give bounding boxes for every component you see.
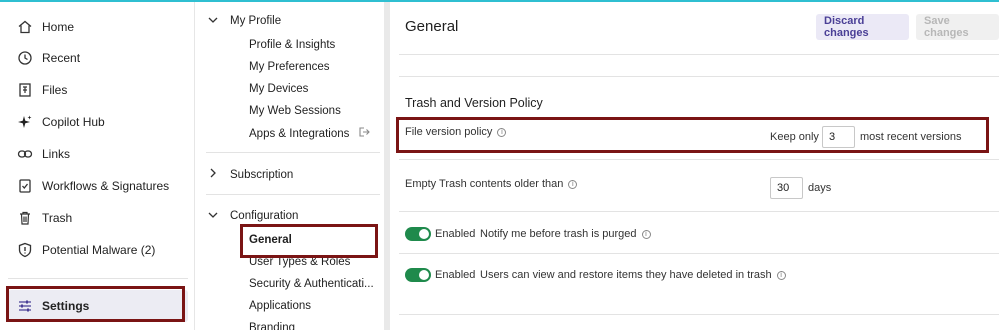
- label-text: Users can view and restore items they ha…: [480, 269, 772, 281]
- trash-icon: [16, 209, 34, 227]
- chevron-right-icon: [208, 168, 222, 181]
- tree-item-branding[interactable]: Branding: [249, 322, 295, 330]
- tree-item-my-web-sessions[interactable]: My Web Sessions: [249, 105, 341, 117]
- tree-scrollbar[interactable]: [384, 2, 390, 330]
- nav-item-label: Links: [42, 147, 71, 161]
- nav-item-copilot-hub[interactable]: Copilot Hub: [8, 108, 188, 136]
- main-panel: General Discard changes Save changes Tra…: [391, 2, 999, 330]
- nav-item-workflows[interactable]: Workflows & Signatures: [8, 172, 188, 200]
- label-text: Notify me before trash is purged: [480, 228, 637, 240]
- divider: [399, 54, 999, 55]
- tree-group-configuration[interactable]: Configuration: [208, 210, 298, 222]
- nav-item-home[interactable]: Home: [8, 13, 188, 41]
- divider: [399, 253, 999, 254]
- home-icon: [16, 18, 34, 36]
- tree-item-my-preferences[interactable]: My Preferences: [249, 61, 330, 73]
- clock-icon: [16, 49, 34, 67]
- label-text: Empty Trash contents older than: [405, 178, 564, 190]
- tree-divider: [206, 194, 380, 195]
- discard-changes-button[interactable]: Discard changes: [816, 14, 909, 40]
- tree-group-subscription[interactable]: Subscription: [208, 168, 293, 181]
- nav-item-label: Home: [42, 20, 75, 34]
- tree-group-label: Configuration: [230, 210, 299, 222]
- info-icon[interactable]: i: [641, 229, 651, 239]
- tree-group-my-profile[interactable]: My Profile: [208, 15, 281, 27]
- restore-trash-toggle[interactable]: [405, 268, 431, 282]
- workflow-icon: [16, 177, 34, 195]
- tree-group-label: Subscription: [230, 168, 294, 181]
- empty-trash-days-input[interactable]: [770, 177, 803, 199]
- nav-item-label: Copilot Hub: [42, 115, 105, 129]
- tree-group-label: My Profile: [230, 15, 282, 27]
- tree-item-profile-insights[interactable]: Profile & Insights: [249, 39, 335, 51]
- notify-purge-label: Notify me before trash is purged i: [480, 228, 651, 240]
- info-icon[interactable]: i: [568, 179, 578, 189]
- sparkle-icon: [16, 113, 34, 131]
- left-navigation: Home Recent Files Copilot Hub Links Work…: [0, 2, 195, 330]
- notify-purge-toggle[interactable]: [405, 227, 431, 241]
- version-policy-highlight-box: [396, 117, 989, 153]
- tree-divider: [206, 152, 380, 153]
- link-icon: [16, 145, 34, 163]
- nav-divider: [8, 278, 188, 279]
- section-title: Trash and Version Policy: [405, 96, 543, 110]
- external-link-icon: [359, 127, 370, 140]
- nav-item-label: Workflows & Signatures: [42, 179, 170, 193]
- info-icon[interactable]: i: [776, 270, 786, 280]
- tree-item-security-authentication[interactable]: Security & Authenticati...: [249, 278, 374, 290]
- tree-item-applications[interactable]: Applications: [249, 300, 311, 312]
- nav-item-links[interactable]: Links: [8, 140, 188, 168]
- nav-item-recent[interactable]: Recent: [8, 44, 188, 72]
- empty-trash-label: Empty Trash contents older than i: [405, 178, 578, 190]
- shield-icon: [16, 241, 34, 259]
- nav-item-label: Trash: [42, 211, 73, 225]
- divider: [399, 314, 999, 315]
- chevron-down-icon: [208, 16, 222, 27]
- divider: [399, 159, 999, 160]
- nav-item-potential-malware[interactable]: Potential Malware (2): [8, 236, 188, 264]
- divider: [399, 76, 999, 77]
- files-icon: [16, 81, 34, 99]
- settings-highlight-box: [6, 286, 185, 322]
- save-changes-button[interactable]: Save changes: [916, 14, 999, 40]
- restore-trash-label: Users can view and restore items they ha…: [480, 269, 786, 281]
- nav-item-label: Potential Malware (2): [42, 243, 156, 257]
- divider: [399, 211, 999, 212]
- days-label: days: [808, 182, 832, 194]
- tree-item-my-devices[interactable]: My Devices: [249, 83, 308, 95]
- page-title: General: [405, 18, 459, 35]
- toggle-state-label: Enabled: [435, 228, 476, 240]
- nav-item-label: Files: [42, 83, 68, 97]
- toggle-state-label: Enabled: [435, 269, 476, 281]
- nav-item-files[interactable]: Files: [8, 76, 188, 104]
- nav-item-label: Recent: [42, 51, 81, 65]
- chevron-down-icon: [208, 211, 222, 222]
- general-highlight-box: [240, 224, 378, 258]
- nav-item-trash[interactable]: Trash: [8, 204, 188, 232]
- tree-item-apps-integrations[interactable]: Apps & Integrations: [249, 127, 370, 140]
- settings-tree: My Profile Profile & Insights My Prefere…: [196, 2, 385, 330]
- tree-item-label: Apps & Integrations: [249, 128, 350, 140]
